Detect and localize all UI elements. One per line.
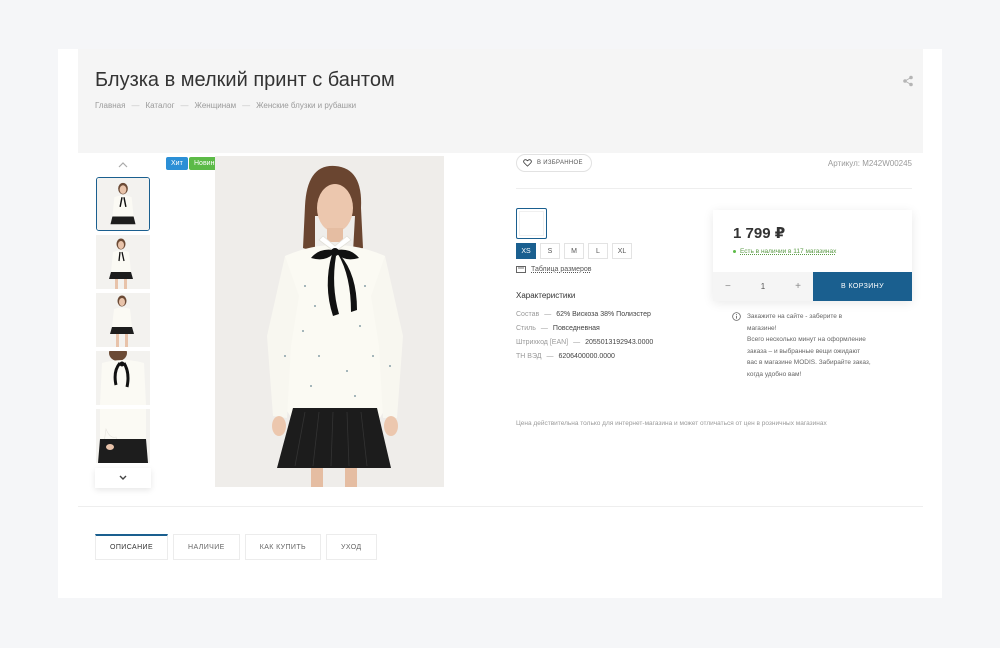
share-icon[interactable] <box>902 75 914 87</box>
size-table-label: Таблица размеров <box>531 266 592 273</box>
quantity-increase-button[interactable]: + <box>795 281 801 292</box>
badge-hit: Хит <box>166 157 188 170</box>
thumbnail-1[interactable] <box>96 177 150 231</box>
product-photo <box>215 156 444 487</box>
tab-availability[interactable]: НАЛИЧИЕ <box>173 534 240 560</box>
characteristic-value: 6206400000.0000 <box>558 353 615 360</box>
info-line: заказа – и выбранные вещи ожидают <box>747 347 861 355</box>
characteristic-key: ТН ВЭД <box>516 353 542 360</box>
pickup-info: Закажите на сайте - заберите в магазине!… <box>732 311 897 380</box>
characteristic-dash: — <box>544 311 552 318</box>
tab-how-to-buy[interactable]: КАК КУПИТЬ <box>244 534 322 560</box>
size-option[interactable]: L <box>588 243 608 259</box>
heart-icon <box>523 159 532 167</box>
quantity-value[interactable]: 1 <box>761 282 765 291</box>
breadcrumb-catalog[interactable]: Каталог <box>145 101 174 110</box>
characteristic-dash: — <box>546 353 554 360</box>
breadcrumb-home[interactable]: Главная <box>95 101 125 110</box>
price-note: Цена действительна только для интернет-м… <box>516 420 827 427</box>
stock-availability-link[interactable]: Есть в наличии в 117 магазинах <box>733 248 836 255</box>
breadcrumb-separator: — <box>131 101 140 110</box>
characteristic-row: Штрихкод [EAN] — 2055013192943.0000 <box>516 339 653 346</box>
breadcrumb-blouses[interactable]: Женские блузки и рубашки <box>256 101 356 110</box>
quantity-stepper: − 1 + <box>713 272 813 301</box>
thumbnail-2[interactable] <box>96 235 150 289</box>
characteristic-row: Стиль — Повседневная <box>516 325 600 332</box>
characteristic-key: Стиль <box>516 325 536 332</box>
tab-description[interactable]: ОПИСАНИЕ <box>95 534 169 560</box>
add-to-cart-button[interactable]: В КОРЗИНУ <box>813 272 912 301</box>
size-option[interactable]: S <box>540 243 560 259</box>
stock-dot-icon <box>733 250 736 253</box>
divider <box>516 188 912 189</box>
breadcrumb: Главная — Каталог — Женщинам — Женские б… <box>95 101 356 110</box>
breadcrumb-separator: — <box>242 101 251 110</box>
characteristic-dash: — <box>573 339 581 346</box>
tab-care[interactable]: УХОД <box>326 534 377 560</box>
characteristics-title: Характеристики <box>516 291 576 300</box>
size-selector: XS S M L XL <box>516 243 632 259</box>
thumbnail-image <box>96 351 150 405</box>
thumbnails-scroll-down-button[interactable] <box>95 468 151 488</box>
color-swatch-white[interactable] <box>516 208 547 239</box>
thumbnail-image <box>96 235 150 289</box>
characteristic-key: Штрихкод [EAN] <box>516 339 569 346</box>
characteristic-row: Состав — 62% Вискоза 38% Полиэстер <box>516 311 651 318</box>
thumbnail-3[interactable] <box>96 293 150 347</box>
ruler-icon <box>516 266 526 273</box>
buy-box: 1 799 ₽ Есть в наличии в 117 магазинах −… <box>713 210 912 301</box>
thumbnail-image <box>96 293 150 347</box>
info-line: Закажите на сайте - заберите в <box>747 313 843 320</box>
add-to-favorites-button[interactable]: В ИЗБРАННОЕ <box>516 154 592 172</box>
page-title: Блузка в мелкий принт с бантом <box>95 69 395 91</box>
info-line: Всего несколько минут на оформление <box>747 336 866 343</box>
characteristic-key: Состав <box>516 311 540 318</box>
price: 1 799 ₽ <box>733 225 786 242</box>
size-option[interactable]: XL <box>612 243 632 259</box>
favorite-label: В ИЗБРАННОЕ <box>537 160 583 166</box>
breadcrumb-separator: — <box>180 101 189 110</box>
divider <box>78 506 923 507</box>
characteristic-dash: — <box>540 325 548 332</box>
chevron-up-icon[interactable] <box>116 159 130 171</box>
stock-label: Есть в наличии в 117 магазинах <box>740 248 837 255</box>
thumbnail-image <box>96 409 150 463</box>
info-line: магазине! <box>747 324 777 332</box>
size-option[interactable]: XS <box>516 243 536 259</box>
characteristic-value: 2055013192943.0000 <box>585 339 654 346</box>
thumbnail-5[interactable] <box>96 409 150 463</box>
size-table-link[interactable]: Таблица размеров <box>516 266 592 273</box>
info-line: когда удобно вам! <box>747 370 802 378</box>
info-icon <box>732 312 741 321</box>
main-product-image[interactable] <box>215 156 444 487</box>
chevron-down-icon <box>119 475 127 480</box>
article-number: Артикул: M242W00245 <box>827 159 912 168</box>
characteristic-value: Повседневная <box>552 325 600 332</box>
thumbnail-image <box>97 178 149 230</box>
characteristic-row: ТН ВЭД — 6206400000.0000 <box>516 353 615 360</box>
size-option[interactable]: M <box>564 243 584 259</box>
breadcrumb-women[interactable]: Женщинам <box>195 101 237 110</box>
thumbnail-4[interactable] <box>96 351 150 405</box>
info-line: вас в магазине MODIS. Забирайте заказ, <box>747 359 871 366</box>
product-tabs: ОПИСАНИЕ НАЛИЧИЕ КАК КУПИТЬ УХОД <box>95 534 377 560</box>
characteristic-value: 62% Вискоза 38% Полиэстер <box>556 311 651 318</box>
quantity-decrease-button[interactable]: − <box>725 281 731 292</box>
